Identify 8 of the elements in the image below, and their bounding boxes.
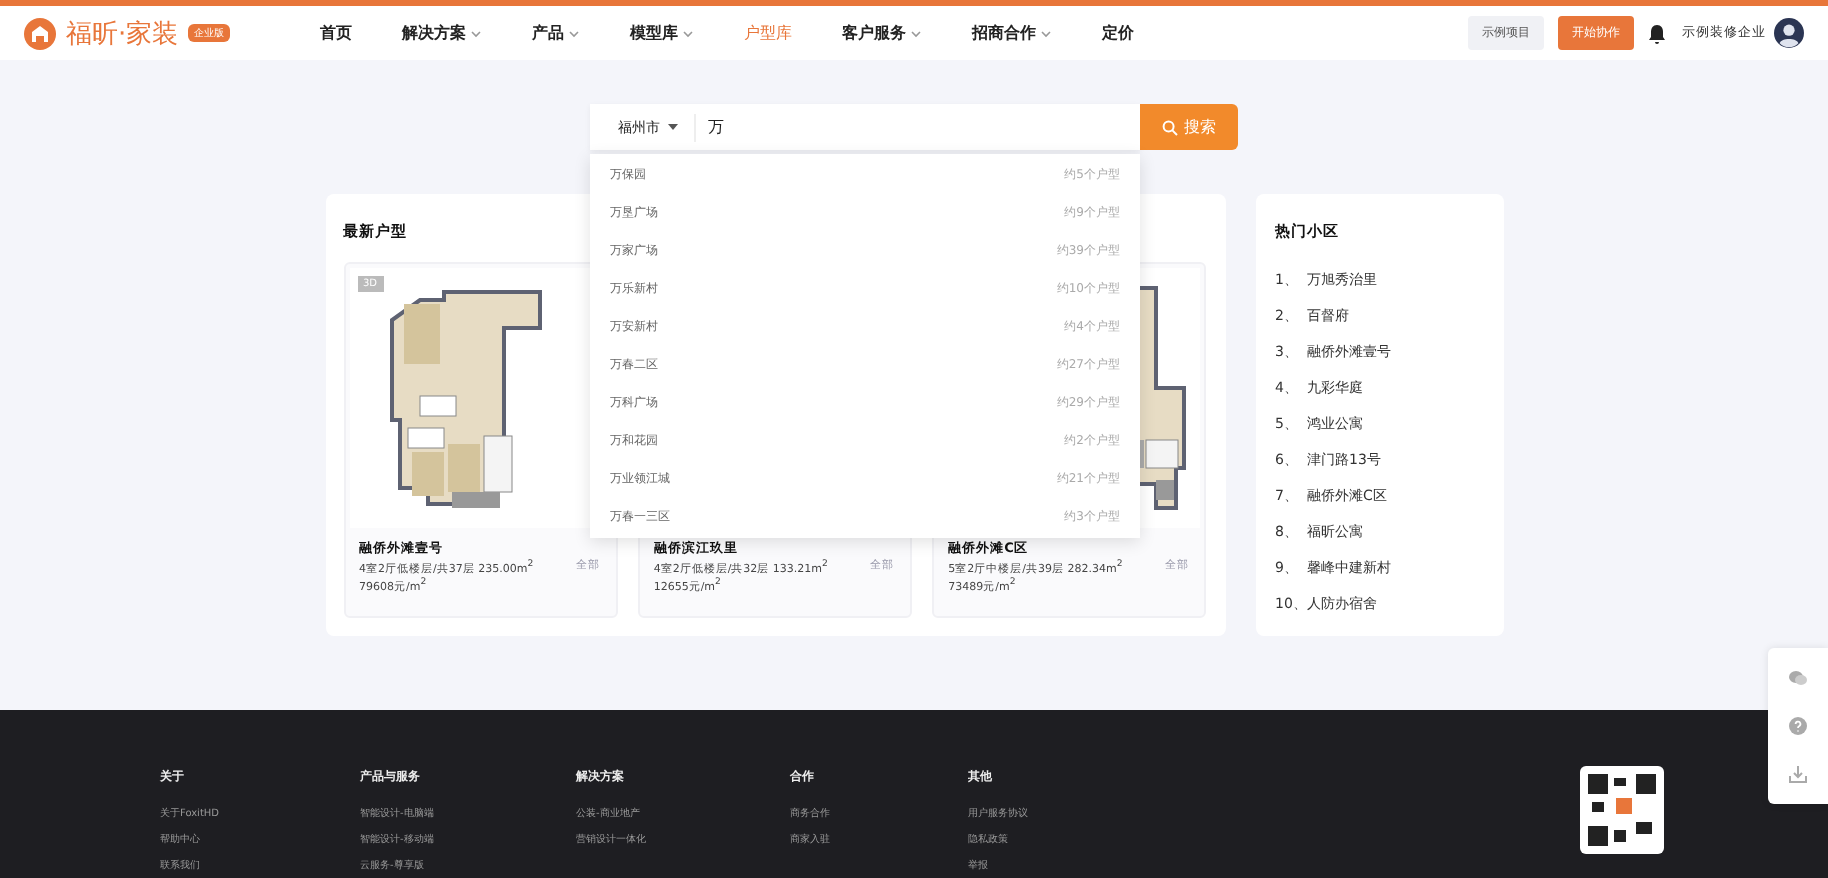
- nav-item[interactable]: 客户服务: [842, 22, 922, 44]
- nav-item[interactable]: 首页: [320, 22, 352, 44]
- nav-item[interactable]: 产品: [532, 22, 580, 44]
- nav-item[interactable]: 招商合作: [972, 22, 1052, 44]
- nav-item[interactable]: 定价: [1102, 22, 1134, 44]
- nav-item[interactable]: 解决方案: [402, 22, 482, 44]
- nav-item[interactable]: 模型库: [630, 22, 694, 44]
- logo-text: 福昕·家装: [66, 17, 179, 51]
